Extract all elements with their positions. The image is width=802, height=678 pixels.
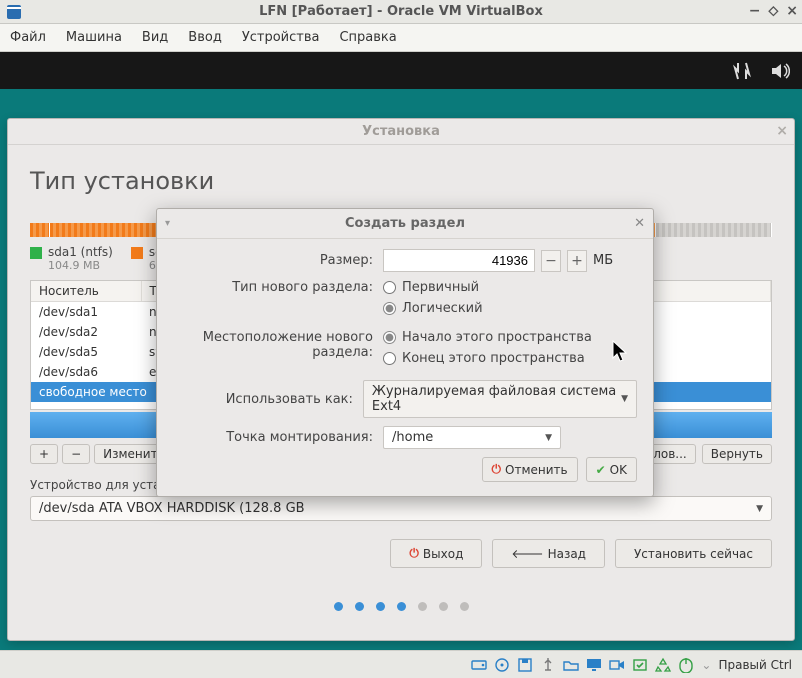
- video-capture-icon[interactable]: [609, 657, 625, 673]
- window-titlebar: LFN [Работает] - Oracle VM VirtualBox − …: [0, 0, 802, 24]
- use-as-value: Журналируемая файловая система Ext4: [372, 384, 621, 414]
- use-as-label: Использовать как:: [173, 392, 353, 407]
- size-decrement[interactable]: −: [541, 250, 561, 272]
- legend-swatch: [30, 247, 42, 259]
- cancel-button[interactable]: ⏻Отменить: [482, 457, 578, 482]
- radio-logical[interactable]: Логический: [383, 301, 483, 316]
- installer-titlebar: Установка ×: [8, 119, 794, 145]
- floppy-icon[interactable]: [517, 657, 533, 673]
- revert-button[interactable]: Вернуть: [702, 444, 772, 464]
- use-as-select[interactable]: Журналируемая файловая система Ext4 ▼: [363, 380, 637, 418]
- virtualbox-statusbar: ⌄ Правый Ctrl: [0, 650, 802, 678]
- menu-view[interactable]: Вид: [142, 30, 168, 45]
- location-label: Местоположение нового раздела:: [173, 330, 373, 360]
- mount-label: Точка монтирования:: [173, 430, 373, 445]
- mount-point-select[interactable]: /home ▼: [383, 426, 561, 449]
- wizard-nav: ⏻Выход 🡐Назад Установить сейчас: [30, 539, 772, 568]
- ok-button[interactable]: ✔OK: [586, 457, 637, 482]
- menu-input[interactable]: Ввод: [188, 30, 222, 45]
- radio-primary[interactable]: Первичный: [383, 280, 483, 295]
- partition-seg-clipped: [656, 223, 772, 237]
- close-button[interactable]: ×: [786, 2, 798, 20]
- menu-help[interactable]: Справка: [339, 30, 396, 45]
- size-increment[interactable]: +: [567, 250, 587, 272]
- display-icon[interactable]: [586, 657, 602, 673]
- legend-swatch: [131, 247, 143, 259]
- col-device[interactable]: Носитель: [31, 281, 141, 302]
- step-dot: [397, 602, 406, 611]
- dialog-titlebar: ▾ Создать раздел ✕: [157, 209, 653, 239]
- mount-point-value: /home: [392, 430, 433, 445]
- page-heading: Тип установки: [30, 167, 772, 195]
- arrow-left-icon: 🡐: [511, 546, 543, 561]
- step-dot: [418, 602, 427, 611]
- chevron-down-icon: ▼: [621, 394, 628, 404]
- legend-name: sda1 (ntfs): [48, 245, 113, 259]
- partition-seg: [30, 223, 50, 237]
- check-icon: ✔: [596, 463, 606, 477]
- legend-item: sda1 (ntfs) 104.9 MB: [30, 245, 113, 272]
- menu-machine[interactable]: Машина: [66, 30, 122, 45]
- step-dot: [376, 602, 385, 611]
- chevron-down-icon: ▼: [545, 433, 552, 443]
- bootloader-value: /dev/sda ATA VBOX HARDDISK (128.8 GB: [39, 501, 305, 516]
- type-label: Тип нового раздела:: [173, 280, 373, 295]
- installer-close-button[interactable]: ×: [776, 123, 788, 139]
- menu-file[interactable]: Файл: [10, 30, 46, 45]
- installer-title: Установка: [362, 124, 440, 139]
- size-input[interactable]: [383, 249, 535, 272]
- create-partition-dialog: ▾ Создать раздел ✕ Размер: − + МБ Тип но…: [156, 208, 654, 497]
- size-unit: МБ: [593, 253, 613, 268]
- legend-size: 104.9 MB: [48, 259, 113, 272]
- host-key-label: Правый Ctrl: [718, 658, 792, 672]
- cancel-icon: ⏻: [492, 462, 502, 477]
- maximize-button[interactable]: ⬦: [768, 2, 778, 20]
- radio-end[interactable]: Конец этого пространства: [383, 351, 592, 366]
- mouse-capture-icon[interactable]: [678, 657, 694, 673]
- wizard-progress: [30, 602, 772, 611]
- dialog-close-button[interactable]: ✕: [634, 216, 645, 231]
- recycle-icon[interactable]: [655, 657, 671, 673]
- usb-icon[interactable]: [540, 657, 556, 673]
- audio-status-icon[interactable]: [632, 657, 648, 673]
- menu-indicator-icon[interactable]: ▾: [165, 218, 170, 229]
- window-title: LFN [Работает] - Oracle VM VirtualBox: [259, 4, 543, 19]
- add-partition-button[interactable]: +: [30, 444, 58, 464]
- menubar: Файл Машина Вид Ввод Устройства Справка: [0, 24, 802, 52]
- step-dot: [460, 602, 469, 611]
- menu-devices[interactable]: Устройства: [242, 30, 320, 45]
- step-dot: [334, 602, 343, 611]
- size-label: Размер:: [173, 253, 373, 268]
- step-dot: [355, 602, 364, 611]
- optical-icon[interactable]: [494, 657, 510, 673]
- remove-partition-button[interactable]: −: [62, 444, 90, 464]
- dialog-title: Создать раздел: [345, 216, 465, 231]
- minimize-button[interactable]: −: [749, 2, 761, 20]
- virtualbox-icon: [6, 4, 22, 20]
- back-button[interactable]: 🡐Назад: [492, 539, 605, 568]
- step-dot: [439, 602, 448, 611]
- chevron-down-icon: ▼: [756, 504, 763, 514]
- guest-topbar: [0, 52, 802, 89]
- quit-button[interactable]: ⏻Выход: [390, 539, 482, 568]
- network-icon[interactable]: [732, 61, 752, 81]
- hdd-icon[interactable]: [471, 657, 487, 673]
- sound-icon[interactable]: [770, 61, 790, 81]
- radio-begin[interactable]: Начало этого пространства: [383, 330, 592, 345]
- install-button[interactable]: Установить сейчас: [615, 539, 772, 568]
- bootloader-select[interactable]: /dev/sda ATA VBOX HARDDISK (128.8 GB ▼: [30, 496, 772, 521]
- power-icon: ⏻: [409, 546, 419, 561]
- shared-folder-icon[interactable]: [563, 657, 579, 673]
